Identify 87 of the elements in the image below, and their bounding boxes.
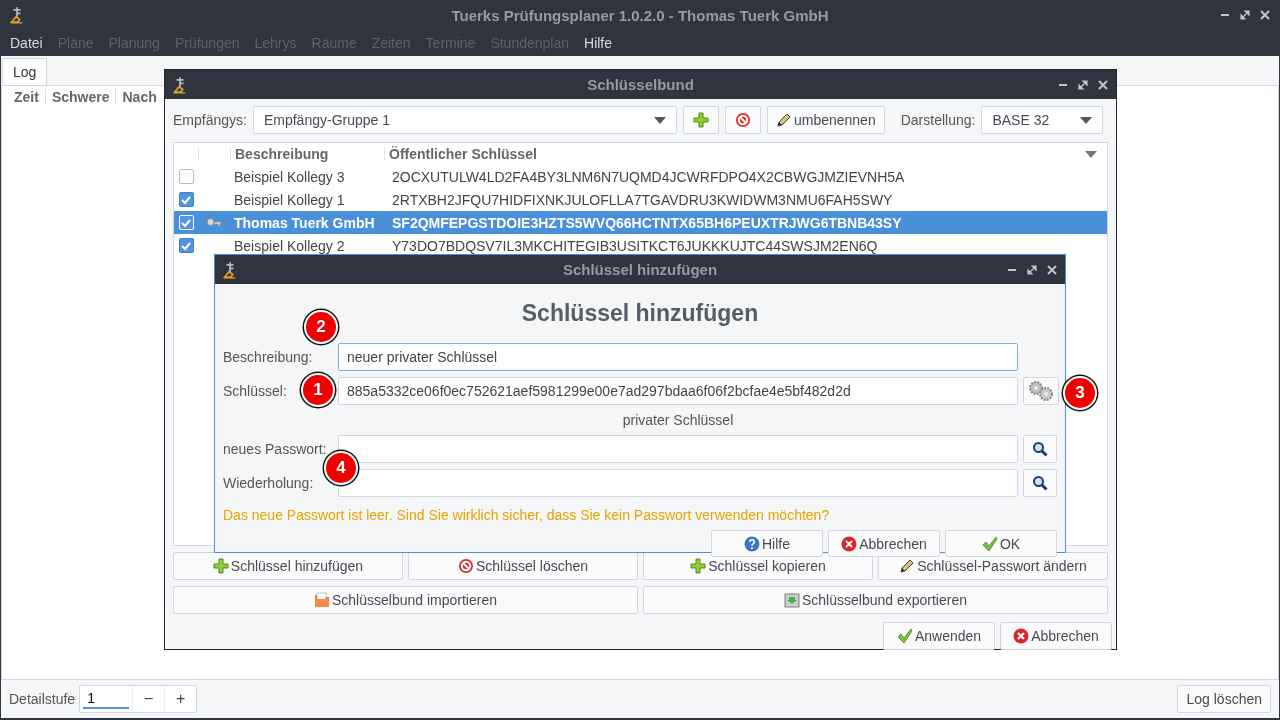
action-button[interactable]: Schlüssel löschen (408, 552, 638, 580)
caliper-icon (10, 6, 24, 24)
maximize-icon[interactable] (1078, 79, 1088, 90)
recipients-label: Empfängys: (173, 112, 247, 128)
stop-icon (734, 112, 751, 128)
caret-icon (653, 116, 666, 124)
export-icon (784, 592, 800, 608)
checkbox[interactable] (178, 238, 194, 253)
table-row[interactable]: Beispiel Kollegy 3 2OCXUTULW4LD2FA4BY3LNM6N7UQMD4JCWRFDPO4X2CBWGJMZIEVNH5A (174, 165, 1107, 188)
key-type-label: privater Schlüssel (621, 412, 735, 428)
action-button[interactable]: Schlüsselbund exportieren (643, 586, 1108, 614)
table-cell-text: Thomas Tuerk GmbH (233, 214, 376, 231)
table-row[interactable]: Beispiel Kollegy 1 2RTXBH2JFQU7HIDFIXNKJULOFLLA7TGAVDRU3KWIDWM3NMU6FAH5SWY (174, 188, 1107, 211)
display-dropdown[interactable]: BASE 32 (981, 106, 1104, 134)
recipients-dropdown[interactable]: Empfängy-Gruppe 1 (252, 106, 677, 134)
detail-level-label: Detailstufe (9, 691, 76, 707)
window-title: Tuerks Prüfungsplaner 1.0.2.0 - Thomas Tuerk GmbH (451, 6, 829, 24)
menu-item[interactable]: Datei (10, 35, 43, 51)
step-badge: 2 (304, 310, 338, 344)
table-cell-text: SF2QMFEPGSTDOIE3HZTS5WVQ66HCTNTX65BH6PEUXTRJWG6TBNB43SY (391, 214, 903, 231)
caret-icon (1080, 116, 1093, 124)
dialog-heading: Schlüssel hinzufügen (521, 300, 759, 326)
rename-button[interactable]: umbenennen (766, 106, 885, 134)
cancel-icon (1013, 628, 1030, 644)
field-label: neues Passwort: (223, 441, 327, 457)
table-cell-text: Y73DO7BDQSV7IL3MKCHITEGIB3USITKCT6JUKKKUJTC44SWSJM2EN6Q (391, 237, 879, 254)
menu-item[interactable]: Hilfe (584, 35, 613, 51)
field-label: Beschreibung: (223, 349, 313, 365)
plus-icon (690, 558, 707, 574)
column-header[interactable]: Schwere (45, 89, 117, 105)
pencil-icon (775, 112, 792, 128)
column-header[interactable]: Nach (116, 89, 157, 105)
show-password-button[interactable] (1023, 435, 1057, 463)
close-icon[interactable] (1098, 79, 1108, 90)
window-title: Schlüssel hinzufügen (562, 261, 718, 278)
display-label: Darstellung: (900, 112, 976, 128)
step-badge: 1 (301, 373, 335, 407)
dialog-button[interactable]: Abbrechen (1000, 622, 1112, 650)
maximize-icon[interactable] (1027, 264, 1037, 275)
folder-icon (314, 592, 330, 608)
action-button[interactable]: Schlüsselbund importieren (173, 586, 638, 614)
caliper-icon (173, 75, 187, 94)
table-cell-text: 2OCXUTULW4LD2FA4BY3LNM6N7UQMD4JCWRFDPO4X2CBWGJMZIEVNH5A (391, 168, 906, 185)
search-icon (1032, 441, 1048, 457)
table-cell-text: Beispiel Kollegy 2 (233, 237, 346, 254)
step-badge: 3 (1063, 376, 1097, 410)
delete-group-button[interactable] (724, 106, 761, 134)
plus-icon (692, 112, 709, 128)
dialog-button[interactable]: OK (945, 530, 1057, 557)
password-field[interactable] (338, 435, 1018, 463)
plus-icon (212, 558, 229, 574)
field-label: Schlüssel: (223, 383, 287, 399)
close-icon[interactable] (1260, 10, 1270, 20)
generate-key-button[interactable] (1023, 377, 1059, 405)
stop-icon (457, 558, 474, 574)
input-field[interactable]: 885a5332ce06f0ec752621aef5981299e00e7ad297bdaa6f06f2bcfae4e5bf482d2d (338, 377, 1018, 405)
caliper-icon (223, 260, 237, 279)
show-password-button[interactable] (1023, 469, 1057, 497)
table-cell-text: Beispiel Kollegy 1 (233, 191, 346, 208)
checkbox[interactable] (178, 169, 194, 184)
input-field[interactable]: neuer privater Schlüssel (338, 343, 1018, 371)
step-badge: 4 (324, 451, 358, 485)
close-icon[interactable] (1047, 264, 1057, 275)
action-button[interactable]: Schlüssel hinzufügen (173, 552, 403, 580)
field-label: Wiederholung: (223, 475, 314, 491)
help-icon (744, 535, 760, 552)
clear-log-button[interactable]: Log löschen (1177, 685, 1271, 713)
window-title: Schlüsselbund (587, 76, 694, 93)
column-header[interactable]: Zeit (8, 89, 46, 105)
checkbox[interactable] (178, 192, 194, 207)
add-group-button[interactable] (682, 106, 719, 134)
check-icon (896, 628, 913, 644)
dialog-button[interactable]: Anwenden (883, 622, 995, 650)
warning-message: Das neue Passwort ist leer. Sind Sie wirklich sicher, dass Sie kein Passwort verwenden möchten? (223, 507, 831, 523)
cancel-icon (841, 535, 858, 552)
column-header[interactable]: Beschreibung (230, 147, 384, 161)
pencil-icon (899, 558, 916, 574)
caret-icon[interactable] (1085, 151, 1097, 158)
dialog-button[interactable]: Hilfe (711, 530, 823, 557)
table-row[interactable]: Beispiel Kollegy 2 Y73DO7BDQSV7IL3MKCHITEGIB3USITKCT6JUKKKUJTC44SWSJM2EN6Q (174, 234, 1107, 257)
table-cell-text: 2RTXBH2JFQU7HIDFIXNKJULOFLLA7TGAVDRU3KWIDWM3NMU6FAH5SWY (391, 191, 894, 208)
gears-icon (1028, 380, 1054, 402)
dialog-button[interactable]: Abbrechen (828, 530, 940, 557)
table-cell-text: Beispiel Kollegy 3 (233, 168, 346, 185)
tab[interactable]: Log (2, 58, 48, 85)
search-icon (1032, 475, 1048, 491)
maximize-icon[interactable] (1240, 10, 1250, 20)
